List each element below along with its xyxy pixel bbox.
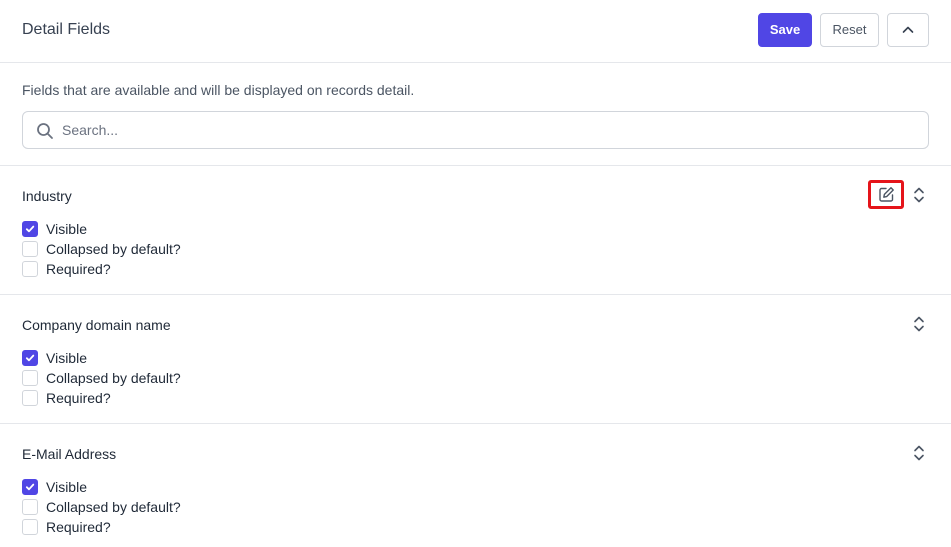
detail-fields-panel: Detail Fields Save Reset Fields that are… bbox=[0, 0, 951, 547]
check-icon bbox=[25, 354, 35, 362]
visible-label: Visible bbox=[46, 221, 87, 237]
reorder-icon[interactable] bbox=[912, 186, 926, 204]
collapsed-label: Collapsed by default? bbox=[46, 241, 181, 257]
visible-checkbox[interactable] bbox=[22, 221, 38, 237]
visible-option: Visible bbox=[22, 349, 87, 367]
edit-icon bbox=[878, 187, 894, 202]
visible-option: Visible bbox=[22, 220, 87, 238]
collapsed-label: Collapsed by default? bbox=[46, 370, 181, 386]
panel-title: Detail Fields bbox=[22, 21, 111, 38]
field-name: E-Mail Address bbox=[22, 446, 117, 462]
collapse-button[interactable] bbox=[887, 13, 929, 47]
collapsed-option: Collapsed by default? bbox=[22, 369, 181, 387]
save-button[interactable]: Save bbox=[758, 13, 812, 47]
field-item-company-domain-name: Company domain name Visible Collapsed by… bbox=[0, 294, 951, 423]
required-label: Required? bbox=[46, 519, 111, 535]
search-icon bbox=[37, 123, 53, 139]
collapsed-label: Collapsed by default? bbox=[46, 499, 181, 515]
description-text: Fields that are available and will be di… bbox=[22, 82, 415, 98]
visible-checkbox[interactable] bbox=[22, 479, 38, 495]
required-checkbox[interactable] bbox=[22, 519, 38, 535]
field-item-email-address: E-Mail Address Visible Collapsed by defa… bbox=[0, 423, 951, 547]
visible-label: Visible bbox=[46, 350, 87, 366]
collapsed-option: Collapsed by default? bbox=[22, 498, 181, 516]
reorder-icon[interactable] bbox=[912, 315, 926, 333]
edit-field-button[interactable] bbox=[868, 180, 904, 209]
reset-button[interactable]: Reset bbox=[820, 13, 879, 47]
check-icon bbox=[25, 225, 35, 233]
visible-checkbox[interactable] bbox=[22, 350, 38, 366]
collapsed-checkbox[interactable] bbox=[22, 370, 38, 386]
visible-label: Visible bbox=[46, 479, 87, 495]
required-label: Required? bbox=[46, 261, 111, 277]
chevron-up-icon bbox=[902, 26, 914, 33]
required-label: Required? bbox=[46, 390, 111, 406]
visible-option: Visible bbox=[22, 478, 87, 496]
required-option: Required? bbox=[22, 389, 111, 407]
required-checkbox[interactable] bbox=[22, 261, 38, 277]
required-checkbox[interactable] bbox=[22, 390, 38, 406]
reorder-icon[interactable] bbox=[912, 444, 926, 462]
collapsed-checkbox[interactable] bbox=[22, 241, 38, 257]
search-input[interactable] bbox=[62, 113, 922, 147]
required-option: Required? bbox=[22, 518, 111, 536]
panel-header: Detail Fields Save Reset bbox=[0, 0, 951, 63]
check-icon bbox=[25, 483, 35, 491]
collapsed-option: Collapsed by default? bbox=[22, 240, 181, 258]
field-name: Company domain name bbox=[22, 317, 171, 333]
collapsed-checkbox[interactable] bbox=[22, 499, 38, 515]
required-option: Required? bbox=[22, 260, 111, 278]
search-box bbox=[22, 111, 929, 149]
field-item-industry: Industry Visible Collapsed by default? R… bbox=[0, 165, 951, 294]
field-name: Industry bbox=[22, 188, 72, 204]
